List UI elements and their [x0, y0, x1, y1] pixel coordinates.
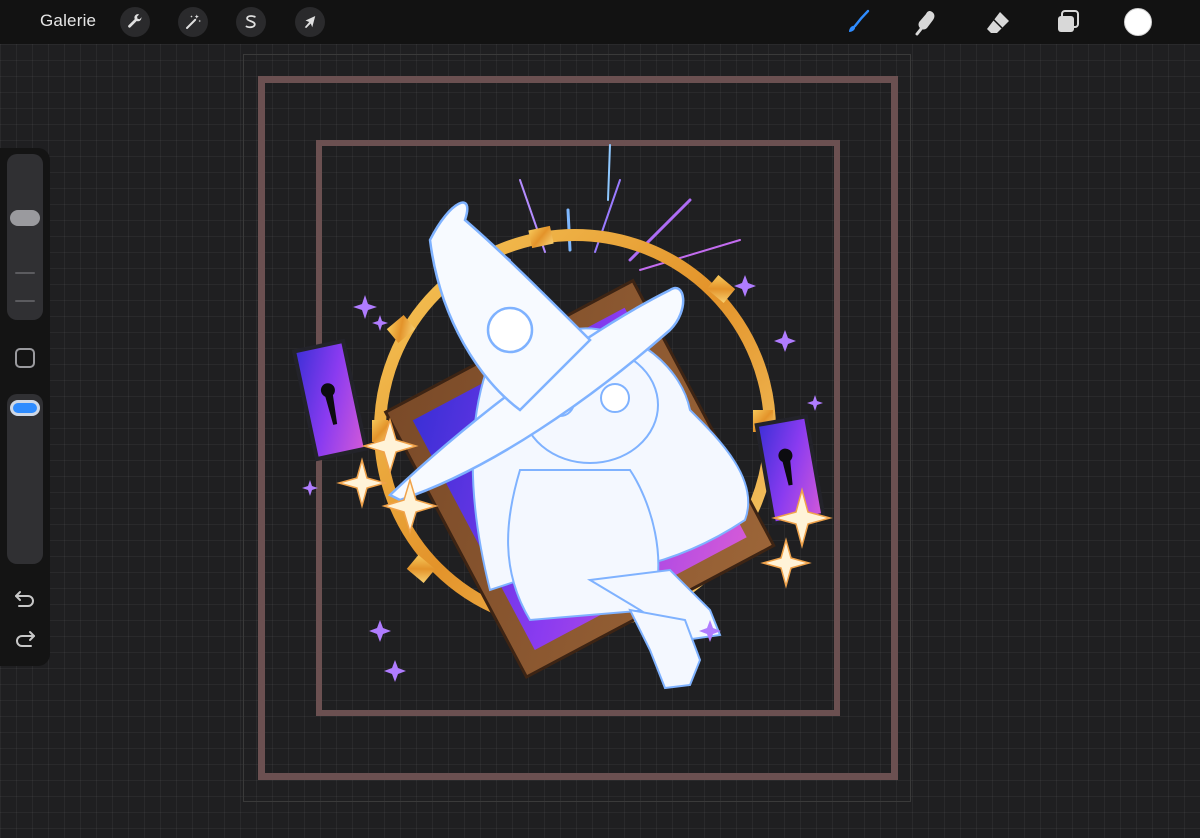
smudge-finger-icon: [915, 11, 935, 36]
selection-s-icon: [245, 15, 256, 29]
arrow-cursor-icon: [304, 16, 316, 28]
adjustments-button[interactable]: [178, 7, 208, 37]
eraser-icon: [987, 12, 1009, 33]
brush-size-slider[interactable]: [7, 154, 43, 320]
undo-arrow-icon: [15, 591, 34, 607]
modify-button[interactable]: [15, 348, 35, 368]
opacity-thumb[interactable]: [10, 400, 40, 416]
brush-size-thumb[interactable]: [10, 210, 40, 226]
brush-tool-button[interactable]: [842, 6, 874, 38]
magic-wand-icon: [186, 14, 202, 29]
current-color-button[interactable]: [1124, 8, 1152, 36]
layers-icon: [1058, 10, 1079, 32]
opacity-slider[interactable]: [7, 394, 43, 564]
undo-button[interactable]: [11, 586, 39, 612]
transform-button[interactable]: [295, 7, 325, 37]
keyhole-card-left: [291, 338, 369, 462]
artwork-illustration: [291, 144, 833, 690]
smudge-tool-button[interactable]: [910, 6, 942, 38]
left-sidebar: [0, 148, 50, 666]
redo-arrow-icon: [16, 631, 35, 647]
layers-button[interactable]: [1052, 6, 1084, 38]
slider-tick: [15, 272, 35, 274]
slider-tick: [15, 300, 35, 302]
top-toolbar: Galerie: [0, 0, 1200, 44]
actions-wrench-button[interactable]: [120, 7, 150, 37]
eraser-tool-button[interactable]: [982, 6, 1014, 38]
redo-button[interactable]: [11, 626, 39, 652]
brush-icon: [849, 9, 870, 32]
keyhole-card-right: [754, 414, 826, 526]
selection-button[interactable]: [236, 7, 266, 37]
gallery-link[interactable]: Galerie: [40, 11, 96, 31]
wrench-icon: [128, 14, 142, 28]
